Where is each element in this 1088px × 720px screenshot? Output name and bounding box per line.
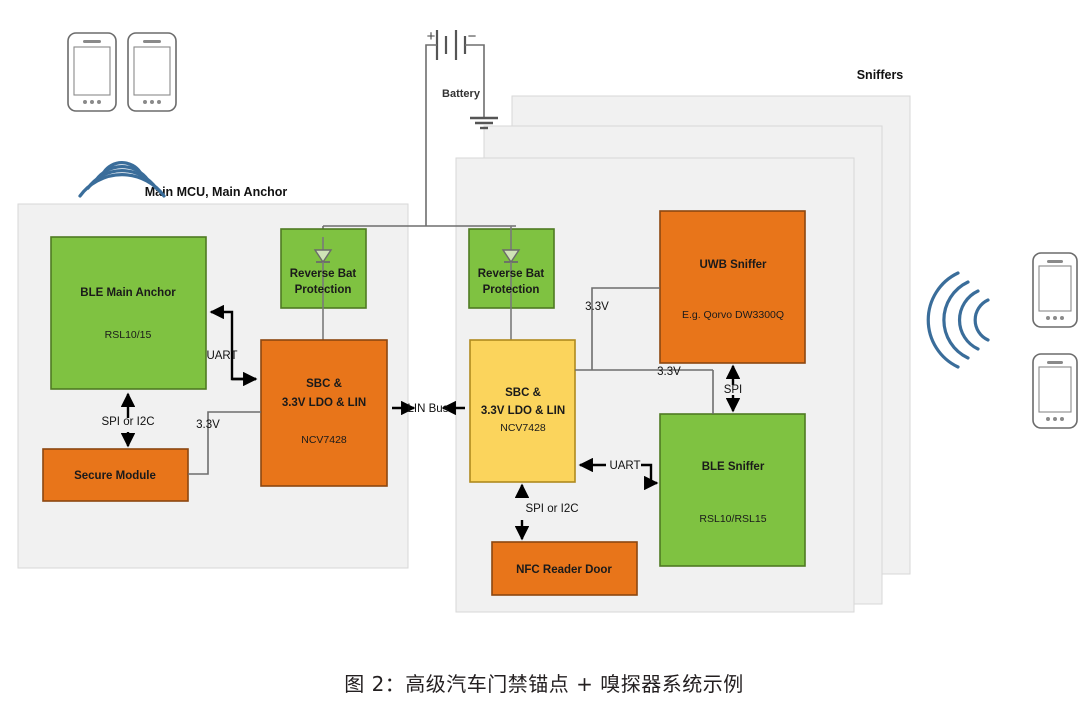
battery-minus: − bbox=[468, 28, 477, 45]
phone-top-left-1 bbox=[67, 32, 117, 112]
sbc-right-line1: SBC & bbox=[505, 387, 541, 399]
spi-i2c-left-label: SPI or I2C bbox=[101, 416, 154, 428]
sniffers-panel-title: Sniffers bbox=[857, 68, 904, 82]
block-sbc-right[interactable]: SBC & 3.3V LDO & LIN NCV7428 bbox=[469, 339, 576, 483]
spi-i2c-right-label: SPI or I2C bbox=[525, 503, 578, 515]
v33-left-label: 3.3V bbox=[196, 419, 220, 431]
rev-bat-left-line2: Protection bbox=[295, 284, 352, 296]
rev-bat-right-line1: Reverse Bat bbox=[478, 268, 545, 280]
nfc-reader-door-title: NFC Reader Door bbox=[516, 564, 612, 576]
battery-label: Battery bbox=[442, 88, 481, 100]
block-ble-sniffer[interactable]: BLE Sniffer RSL10/RSL15 bbox=[659, 413, 806, 567]
v33-upper-right-label: 3.3V bbox=[585, 301, 609, 313]
ble-main-anchor-subtitle: RSL10/15 bbox=[105, 329, 152, 341]
sbc-left-line2: 3.3V LDO & LIN bbox=[282, 397, 366, 409]
ble-sniffer-subtitle: RSL10/RSL15 bbox=[699, 513, 766, 525]
block-diagram: Main MCU, Main Anchor Sniffers + − Batte… bbox=[17, 28, 1078, 613]
block-sbc-left[interactable]: SBC & 3.3V LDO & LIN NCV7428 bbox=[260, 339, 388, 487]
spi-right-label: SPI bbox=[724, 384, 743, 396]
figure-canvas: Main MCU, Main Anchor Sniffers + − Batte… bbox=[0, 0, 1088, 720]
figure-caption: 图 2：高级汽车门禁锚点 + 嗅探器系统示例 bbox=[344, 672, 744, 696]
secure-module-title: Secure Module bbox=[74, 470, 156, 482]
block-secure-module[interactable]: Secure Module bbox=[42, 448, 189, 502]
block-nfc-reader-door[interactable]: NFC Reader Door bbox=[491, 541, 638, 596]
uart-right-label: UART bbox=[609, 460, 640, 472]
uart-left-label: UART bbox=[206, 350, 237, 362]
signal-right-icon bbox=[926, 271, 990, 369]
ble-sniffer-title: BLE Sniffer bbox=[702, 461, 765, 473]
lin-bus-label: LIN Bus bbox=[408, 403, 449, 415]
block-uwb-sniffer[interactable]: UWB Sniffer E.g. Qorvo DW3300Q bbox=[659, 210, 806, 364]
rev-bat-left-line1: Reverse Bat bbox=[290, 268, 357, 280]
v33-lower-right-label: 3.3V bbox=[657, 366, 681, 378]
phone-right-top bbox=[1032, 252, 1078, 328]
sbc-right-line2: 3.3V LDO & LIN bbox=[481, 405, 565, 417]
sbc-left-line1: SBC & bbox=[306, 378, 342, 390]
ble-main-anchor-title: BLE Main Anchor bbox=[80, 287, 176, 299]
sbc-left-subtitle: NCV7428 bbox=[301, 434, 347, 446]
uwb-sniffer-title: UWB Sniffer bbox=[699, 259, 767, 271]
rev-bat-right-line2: Protection bbox=[483, 284, 540, 296]
battery-plus: + bbox=[427, 28, 436, 45]
uwb-sniffer-subtitle: E.g. Qorvo DW3300Q bbox=[682, 309, 784, 321]
phone-top-left-2 bbox=[127, 32, 177, 112]
phone-right-bottom bbox=[1032, 353, 1078, 429]
sbc-right-subtitle: NCV7428 bbox=[500, 422, 546, 434]
mcu-panel-title: Main MCU, Main Anchor bbox=[145, 185, 288, 199]
block-ble-main-anchor[interactable]: BLE Main Anchor RSL10/15 bbox=[50, 236, 207, 390]
